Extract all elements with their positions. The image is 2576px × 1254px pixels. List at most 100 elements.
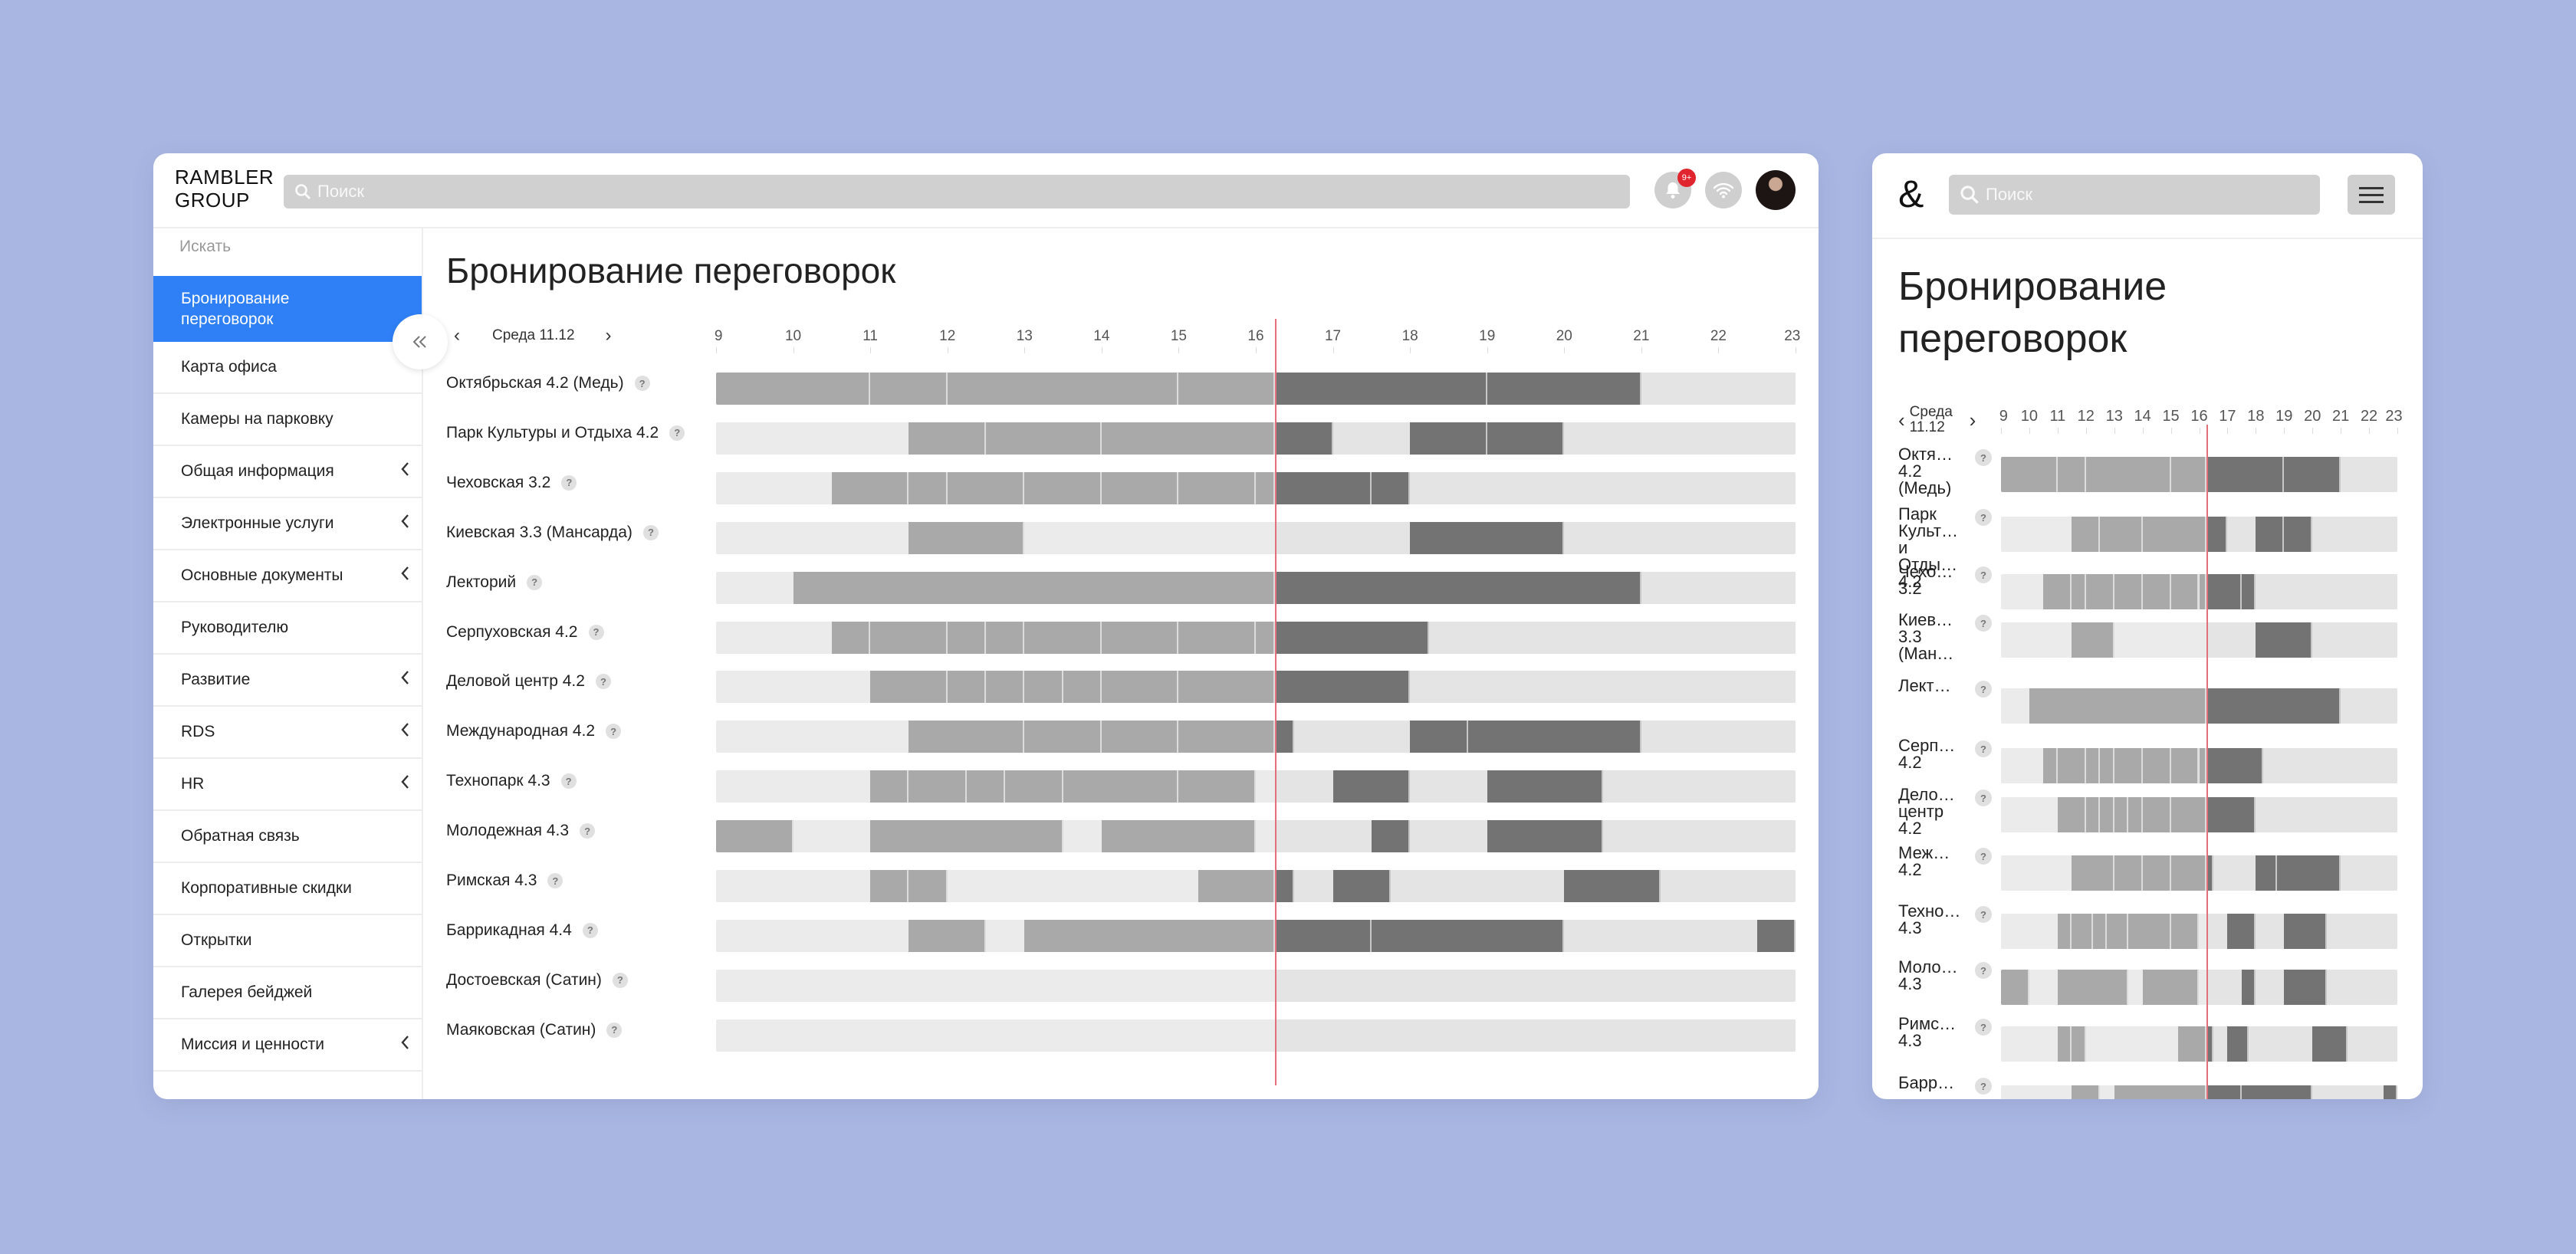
room-timeline[interactable] xyxy=(2001,1026,2397,1062)
sidebar-item[interactable]: Открытки xyxy=(153,915,422,967)
booking-block[interactable] xyxy=(1275,471,1372,504)
booking-block[interactable] xyxy=(2001,457,2058,492)
booking-block[interactable] xyxy=(2072,1085,2101,1099)
booking-block[interactable] xyxy=(1275,373,1487,405)
booking-block[interactable] xyxy=(1371,820,1411,853)
booking-block[interactable] xyxy=(2142,517,2206,552)
room-label[interactable]: Дело… центр 4.2 xyxy=(1898,786,1961,837)
booking-block[interactable] xyxy=(2206,457,2285,492)
room-label[interactable]: Баррикадная 4.4? xyxy=(446,921,598,940)
help-icon[interactable]: ? xyxy=(1975,566,1992,583)
booking-block[interactable] xyxy=(2029,688,2206,724)
booking-block[interactable] xyxy=(1275,571,1641,604)
booking-block[interactable] xyxy=(2284,914,2327,949)
room-timeline[interactable] xyxy=(2001,574,2397,609)
booking-block[interactable] xyxy=(2170,748,2200,783)
booking-block[interactable] xyxy=(2170,914,2200,949)
room-timeline[interactable] xyxy=(716,571,1796,604)
prev-day-button[interactable]: ‹ xyxy=(446,325,468,346)
booking-block[interactable] xyxy=(2170,855,2206,891)
help-icon[interactable]: ? xyxy=(1975,906,1992,923)
booking-block[interactable] xyxy=(1178,471,1256,504)
booking-block[interactable] xyxy=(947,471,1025,504)
booking-block[interactable] xyxy=(2142,797,2171,832)
room-timeline[interactable] xyxy=(716,919,1796,952)
booking-block[interactable] xyxy=(1410,521,1565,554)
booking-block[interactable] xyxy=(909,471,948,504)
booking-block[interactable] xyxy=(1487,770,1603,803)
booking-block[interactable] xyxy=(1487,373,1641,405)
room-timeline[interactable] xyxy=(2001,457,2397,492)
room-timeline[interactable] xyxy=(716,373,1796,405)
booking-block[interactable] xyxy=(2043,574,2072,609)
booking-block[interactable] xyxy=(2100,797,2114,832)
booking-block[interactable] xyxy=(2312,1026,2348,1062)
room-timeline[interactable] xyxy=(716,770,1796,803)
booking-block[interactable] xyxy=(2241,970,2256,1005)
room-timeline[interactable] xyxy=(2001,914,2397,949)
room-label[interactable]: Парк Культуры и Отдыха 4.2? xyxy=(446,424,685,442)
booking-block[interactable] xyxy=(2256,517,2285,552)
booking-block[interactable] xyxy=(1005,770,1063,803)
booking-block[interactable] xyxy=(2100,748,2114,783)
room-timeline[interactable] xyxy=(716,471,1796,504)
booking-block[interactable] xyxy=(947,621,986,654)
help-icon[interactable]: ? xyxy=(1975,740,1992,757)
booking-block[interactable] xyxy=(2206,517,2228,552)
booking-block[interactable] xyxy=(909,870,948,902)
room-timeline[interactable] xyxy=(2001,748,2397,783)
help-icon[interactable]: ? xyxy=(1975,848,1992,865)
booking-block[interactable] xyxy=(909,422,986,455)
booking-block[interactable] xyxy=(1063,671,1102,704)
booking-block[interactable] xyxy=(2072,1026,2086,1062)
booking-block[interactable] xyxy=(1275,422,1333,455)
room-label[interactable]: Серпуховская 4.2? xyxy=(446,623,604,642)
booking-block[interactable] xyxy=(2284,970,2327,1005)
booking-block[interactable] xyxy=(1101,820,1256,853)
sidebar-search-input[interactable]: Искать xyxy=(179,238,231,256)
sidebar-item[interactable]: Руководителю xyxy=(153,602,422,655)
room-label[interactable]: Международная 4.2? xyxy=(446,722,622,740)
booking-block[interactable] xyxy=(2057,457,2086,492)
room-label[interactable]: Октябрьская 4.2 (Медь)? xyxy=(446,374,650,392)
booking-block[interactable] xyxy=(2114,748,2143,783)
booking-block[interactable] xyxy=(2072,622,2114,658)
room-label[interactable]: Киев… 3.3 (Ман… xyxy=(1898,612,1961,662)
booking-block[interactable] xyxy=(2057,1026,2072,1062)
booking-block[interactable] xyxy=(1178,770,1256,803)
sidebar-item[interactable]: Развитие xyxy=(153,655,422,707)
booking-block[interactable] xyxy=(2085,574,2114,609)
room-timeline[interactable] xyxy=(2001,622,2397,658)
booking-block[interactable] xyxy=(2107,914,2129,949)
booking-block[interactable] xyxy=(2128,914,2171,949)
booking-block[interactable] xyxy=(1332,770,1411,803)
booking-block[interactable] xyxy=(1275,721,1295,753)
booking-block[interactable] xyxy=(2142,574,2171,609)
room-timeline[interactable] xyxy=(2001,797,2397,832)
booking-block[interactable] xyxy=(2072,574,2086,609)
room-label[interactable]: Маяковская (Сатин)? xyxy=(446,1021,623,1039)
booking-block[interactable] xyxy=(1178,373,1276,405)
booking-block[interactable] xyxy=(1101,621,1179,654)
booking-block[interactable] xyxy=(1198,870,1276,902)
sidebar-item[interactable]: Общая информация xyxy=(153,446,422,498)
wifi-button[interactable] xyxy=(1705,172,1742,208)
booking-block[interactable] xyxy=(1024,721,1102,753)
room-label[interactable]: Молодежная 4.3? xyxy=(446,822,596,840)
booking-block[interactable] xyxy=(986,671,1025,704)
booking-block[interactable] xyxy=(1371,471,1411,504)
booking-block[interactable] xyxy=(870,621,948,654)
booking-block[interactable] xyxy=(2114,855,2143,891)
room-timeline[interactable] xyxy=(2001,517,2397,552)
room-timeline[interactable] xyxy=(716,671,1796,704)
booking-block[interactable] xyxy=(2085,748,2101,783)
help-icon[interactable]: ? xyxy=(561,474,577,491)
help-icon[interactable]: ? xyxy=(606,1022,623,1038)
booking-block[interactable] xyxy=(2284,457,2341,492)
booking-block[interactable] xyxy=(2114,797,2129,832)
booking-block[interactable] xyxy=(909,521,1025,554)
avatar[interactable] xyxy=(1756,170,1796,210)
booking-block[interactable] xyxy=(2100,517,2143,552)
booking-block[interactable] xyxy=(2256,622,2313,658)
booking-block[interactable] xyxy=(1564,870,1661,902)
